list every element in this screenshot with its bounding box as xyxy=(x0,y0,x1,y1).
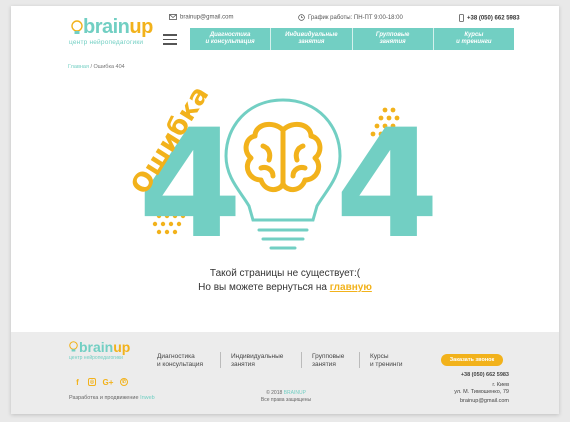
footer-logo-text: brainup xyxy=(79,339,131,355)
footer-divider xyxy=(301,352,302,368)
footer-email[interactable]: brainup@gmail.com xyxy=(460,398,509,404)
footer-logo-bulb-icon xyxy=(69,341,78,352)
logo-tagline: центр нейропедагогики xyxy=(69,39,144,46)
google-plus-icon[interactable]: G+ xyxy=(102,378,114,387)
error-404-illustration: 4 4 Ошибка xyxy=(125,88,439,263)
footer-city: г. Киев xyxy=(492,382,509,388)
instagram-icon[interactable]: ◎ xyxy=(88,378,96,386)
nav-item-group[interactable]: Групповые занятия xyxy=(353,28,434,50)
copyright: © 2018 BRAINUP Все права защищены xyxy=(241,390,331,404)
phone-icon xyxy=(459,14,464,22)
home-page-link[interactable]: главную xyxy=(330,282,372,293)
clock-icon xyxy=(298,14,305,21)
breadcrumb-current: Ошибка 404 xyxy=(93,64,125,70)
error-message-line1: Такой страницы не существует:( xyxy=(209,268,361,279)
footer-divider xyxy=(220,352,221,368)
order-call-button[interactable]: Заказать звонок xyxy=(441,354,503,366)
facebook-icon[interactable]: f xyxy=(73,378,82,387)
footer-phone[interactable]: +38 (050) 662 5983 xyxy=(461,372,509,378)
logo-bulb-icon xyxy=(71,20,83,34)
header-phone[interactable]: +38 (050) 662 5983 xyxy=(459,14,520,22)
breadcrumb: Главная / Ошибка 404 xyxy=(68,64,125,70)
nav-item-courses[interactable]: Курсы и тренинги xyxy=(434,28,514,50)
digit-right-4: 4 xyxy=(335,98,439,263)
footer-logo[interactable]: brainup центр нейропедагогики xyxy=(69,339,149,365)
footer-link-diagnostics[interactable]: Диагностика и консультация xyxy=(157,353,203,368)
rights-text: Все права защищены xyxy=(260,397,312,403)
page-frame: brainup центр нейропедагогики brainup@gm… xyxy=(11,6,559,414)
developer-credit: Разработка и продвижение Inweb xyxy=(69,395,155,401)
header-hours: График работы: ПН-ПТ 9:00-18:00 xyxy=(298,14,403,21)
main-nav: Диагностика и консультация Индивидуальны… xyxy=(190,28,514,50)
error-message-line2: Но вы можете вернуться на главную xyxy=(11,282,559,293)
footer-street: ул. М. Тимошенко, 79 xyxy=(454,389,509,395)
logo-text: brainup xyxy=(83,16,153,38)
viber-icon[interactable]: ✆ xyxy=(120,378,128,386)
brain-icon xyxy=(243,121,323,192)
menu-burger-icon[interactable] xyxy=(163,34,177,48)
nav-item-diagnostics[interactable]: Диагностика и консультация xyxy=(190,28,272,50)
error-message-line2-text: Но вы можете вернуться на xyxy=(198,282,330,293)
footer-link-courses[interactable]: Курсы и тренинги xyxy=(370,353,402,368)
footer: brainup центр нейропедагогики Диагностик… xyxy=(11,332,559,414)
breadcrumb-home-link[interactable]: Главная xyxy=(68,64,89,70)
header-hours-text: График работы: ПН-ПТ 9:00-18:00 xyxy=(308,15,403,22)
developer-link[interactable]: Inweb xyxy=(140,395,155,401)
header-email-text: brainup@gmail.com xyxy=(180,14,234,21)
nav-item-individual[interactable]: Индивидуальные занятия xyxy=(271,28,353,50)
header-email[interactable]: brainup@gmail.com xyxy=(169,14,233,21)
footer-link-individual[interactable]: Индивидуальные занятия xyxy=(231,353,283,368)
footer-link-group[interactable]: Групповые занятия xyxy=(312,353,344,368)
footer-divider xyxy=(359,352,360,368)
social-links: f ◎ G+ ✆ xyxy=(73,378,128,387)
footer-logo-tagline: центр нейропедагогики xyxy=(69,355,123,361)
mail-icon xyxy=(169,14,177,20)
header-phone-text: +38 (050) 662 5983 xyxy=(467,15,520,22)
